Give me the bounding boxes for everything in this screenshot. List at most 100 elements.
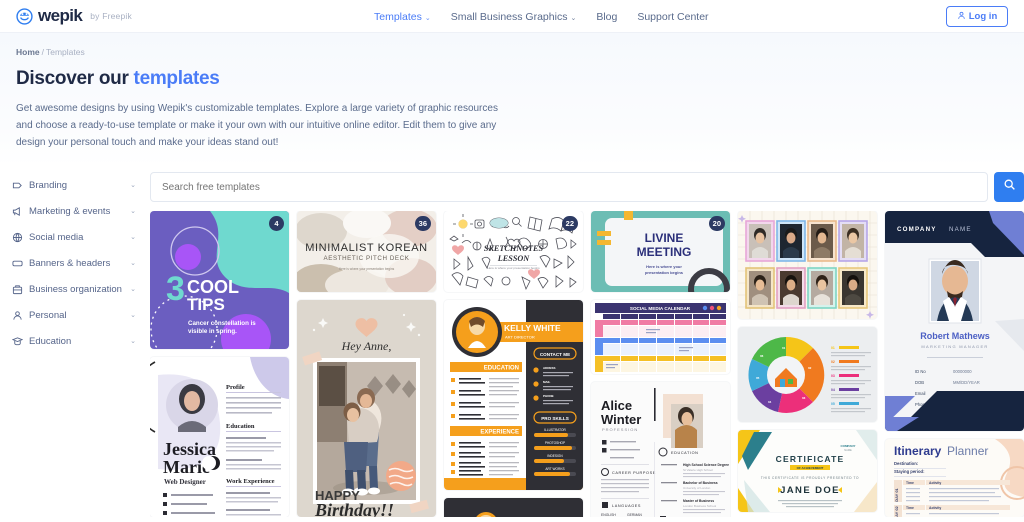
sidebar-label: Education [29, 335, 72, 347]
breadcrumb-home[interactable]: Home [16, 47, 40, 57]
nav-label: Support Center [637, 10, 709, 23]
template-card-kelly-white-resume[interactable]: KELLY WHITE ART DIRECTOR EDUCATION EXPER… [444, 300, 583, 490]
svg-text:DAY 01: DAY 01 [894, 487, 899, 501]
nav-item-blog[interactable]: Blog [596, 11, 617, 23]
svg-text:Education: Education [226, 423, 255, 430]
template-card-social-media-calendar[interactable]: SOCIAL MEDIA CALENDAR [591, 300, 730, 374]
svg-text:Activity: Activity [929, 506, 941, 510]
svg-text:ID No: ID No [915, 369, 926, 374]
sidebar-item-social-media[interactable]: Social media ⌄ [12, 224, 150, 250]
logo-text: wepik [38, 6, 83, 25]
svg-text:DAY 02: DAY 02 [894, 505, 899, 517]
svg-text:Hey Anne,: Hey Anne, [341, 339, 392, 353]
svg-text:COMPANY: COMPANY [840, 444, 855, 448]
svg-text:GERMAN: GERMAN [627, 513, 642, 517]
login-label: Log in [968, 11, 998, 22]
svg-text:PRO SKILLS: PRO SKILLS [541, 416, 569, 421]
template-card-hey-anne-birthday[interactable]: Hey Anne, HAPPY Birthday!! [297, 300, 436, 517]
main-nav: Templates ⌄ Small Business Graphics ⌄ Bl… [374, 0, 709, 33]
svg-text:03: 03 [802, 396, 806, 400]
template-card-id-card[interactable]: COMPANY NAME Robert Mathews MARKETING MA… [885, 211, 1024, 431]
svg-text:04: 04 [831, 388, 835, 392]
template-card-dark-resume[interactable] [444, 498, 583, 517]
page-count-badge: 20 [708, 216, 725, 231]
svg-text:04: 04 [768, 400, 772, 404]
template-card-alice-winter-resume[interactable]: Alice Winter PROFESSION CAREER PURPOSE L… [591, 382, 730, 517]
svg-text:MARKETING MANAGER: MARKETING MANAGER [921, 344, 988, 349]
svg-text:01: 01 [782, 346, 786, 350]
sidebar-item-business-organization[interactable]: Business organization ⌄ [12, 276, 150, 302]
svg-text:EXPERIENCE: EXPERIENCE [480, 430, 519, 436]
svg-text:Here is where your presentatio: Here is where your presentation begins [339, 267, 395, 271]
svg-text:PHONE: PHONE [543, 394, 554, 398]
svg-text:MM/DD/YEAR: MM/DD/YEAR [953, 380, 980, 385]
sidebar-item-branding[interactable]: Branding ⌄ [12, 172, 150, 198]
sidebar-label: Social media [29, 231, 84, 243]
svg-text:Cancer constellation is: Cancer constellation is [188, 320, 256, 327]
template-column: COMPANY NAME Robert Mathews MARKETING MA… [885, 211, 1024, 517]
page-body: Branding ⌄ Marketing & events ⌄ Social m… [0, 166, 1024, 517]
user-icon [957, 11, 966, 23]
svg-text:PHOTOSHOP: PHOTOSHOP [545, 441, 565, 445]
svg-text:02: 02 [831, 360, 835, 364]
sidebar-item-personal[interactable]: Personal ⌄ [12, 302, 150, 328]
sidebar-label: Marketing & events [29, 205, 111, 217]
chevron-down-icon: ⌄ [424, 14, 431, 22]
template-card-itinerary-planner[interactable]: Itinerary Planner Destination: Staying p… [885, 439, 1024, 517]
tag-icon [12, 180, 23, 191]
chevron-down-icon: ⌄ [130, 286, 136, 293]
templates-content: 4 3 COOL TIPS Cancer constellation is [150, 166, 1024, 517]
svg-text:Master of Business: Master of Business [683, 499, 714, 503]
svg-text:ART DIRECTOR: ART DIRECTOR [505, 335, 535, 340]
sidebar-item-marketing-events[interactable]: Marketing & events ⌄ [12, 198, 150, 224]
graduation-cap-icon [12, 336, 23, 347]
search-input[interactable] [150, 172, 988, 202]
search-row [150, 172, 1024, 202]
svg-text:DOB: DOB [915, 380, 924, 385]
briefcase-icon [12, 284, 23, 295]
nav-item-templates[interactable]: Templates ⌄ [374, 11, 431, 23]
page-count-badge: 22 [561, 216, 578, 231]
search-button[interactable] [994, 172, 1024, 202]
svg-text:TIPS: TIPS [187, 295, 225, 314]
svg-text:Birthday!!: Birthday!! [314, 500, 394, 517]
svg-text:CONTACT ME: CONTACT ME [540, 352, 570, 357]
svg-text:JANE DOE: JANE DOE [780, 485, 840, 496]
svg-text:THIS CERTIFICATE IS PROUDLY PR: THIS CERTIFICATE IS PROUDLY PRESENTED TO [761, 476, 859, 480]
template-card-certificate[interactable]: COMPANY NAME CERTIFICATE OF ACHIEVEMENT … [738, 430, 877, 512]
svg-text:CAREER PURPOSE: CAREER PURPOSE [612, 471, 656, 475]
template-column: 01 02 03 04 05 06 01 02 03 04 05 COMPANY… [738, 211, 877, 517]
template-card-3-cool-tips[interactable]: 4 3 COOL TIPS Cancer constellation is vi… [150, 211, 289, 349]
template-column: 36 MINIMALIST KOREAN AESTHETIC PITCH DEC… [297, 211, 436, 517]
template-card-minimalist-korean[interactable]: 36 MINIMALIST KOREAN AESTHETIC PITCH DEC… [297, 211, 436, 292]
svg-text:MINIMALIST KOREAN: MINIMALIST KOREAN [305, 242, 427, 254]
chevron-down-icon: ⌄ [570, 14, 577, 22]
template-card-livine-meeting[interactable]: 20 LIVINE MEETING Here is where your pre… [591, 211, 730, 292]
svg-text:05: 05 [756, 376, 760, 380]
svg-text:Jessica: Jessica [163, 439, 216, 459]
svg-text:presentation begins: presentation begins [645, 270, 684, 275]
sidebar-item-banners-headers[interactable]: Banners & headers ⌄ [12, 250, 150, 276]
template-card-circle-infographic[interactable]: 01 02 03 04 05 06 01 02 03 04 05 [738, 327, 877, 422]
svg-text:Work Experience: Work Experience [226, 478, 275, 485]
template-card-photo-collage[interactable] [738, 211, 877, 319]
sidebar-label: Personal [29, 309, 67, 321]
nav-item-small-business-graphics[interactable]: Small Business Graphics ⌄ [451, 11, 577, 23]
svg-text:Robert Mathews: Robert Mathews [920, 331, 990, 341]
template-card-sketchnotes-lesson[interactable]: 22 SKETCHNOTES LESSON Here is where your… [444, 211, 583, 292]
logo[interactable]: wepik by Freepik [16, 6, 132, 26]
template-grid: 4 3 COOL TIPS Cancer constellation is vi… [150, 211, 1024, 517]
template-card-jessica-marie-resume[interactable]: Jessica Marie Web Designer Profile Educa… [150, 357, 289, 517]
svg-text:KELLY WHITE: KELLY WHITE [504, 323, 561, 333]
page-title-accent: templates [133, 68, 220, 89]
login-button[interactable]: Log in [946, 6, 1008, 27]
svg-text:MAIL: MAIL [543, 380, 550, 384]
sidebar-item-education[interactable]: Education ⌄ [12, 328, 150, 354]
chevron-down-icon: ⌄ [130, 260, 136, 267]
sidebar-label: Branding [29, 179, 68, 191]
nav-item-support-center[interactable]: Support Center [637, 11, 708, 23]
svg-text:COMPANY: COMPANY [897, 226, 937, 233]
chevron-down-icon: ⌄ [130, 234, 136, 241]
chevron-down-icon: ⌄ [130, 338, 136, 345]
svg-text:Planner: Planner [947, 444, 988, 458]
